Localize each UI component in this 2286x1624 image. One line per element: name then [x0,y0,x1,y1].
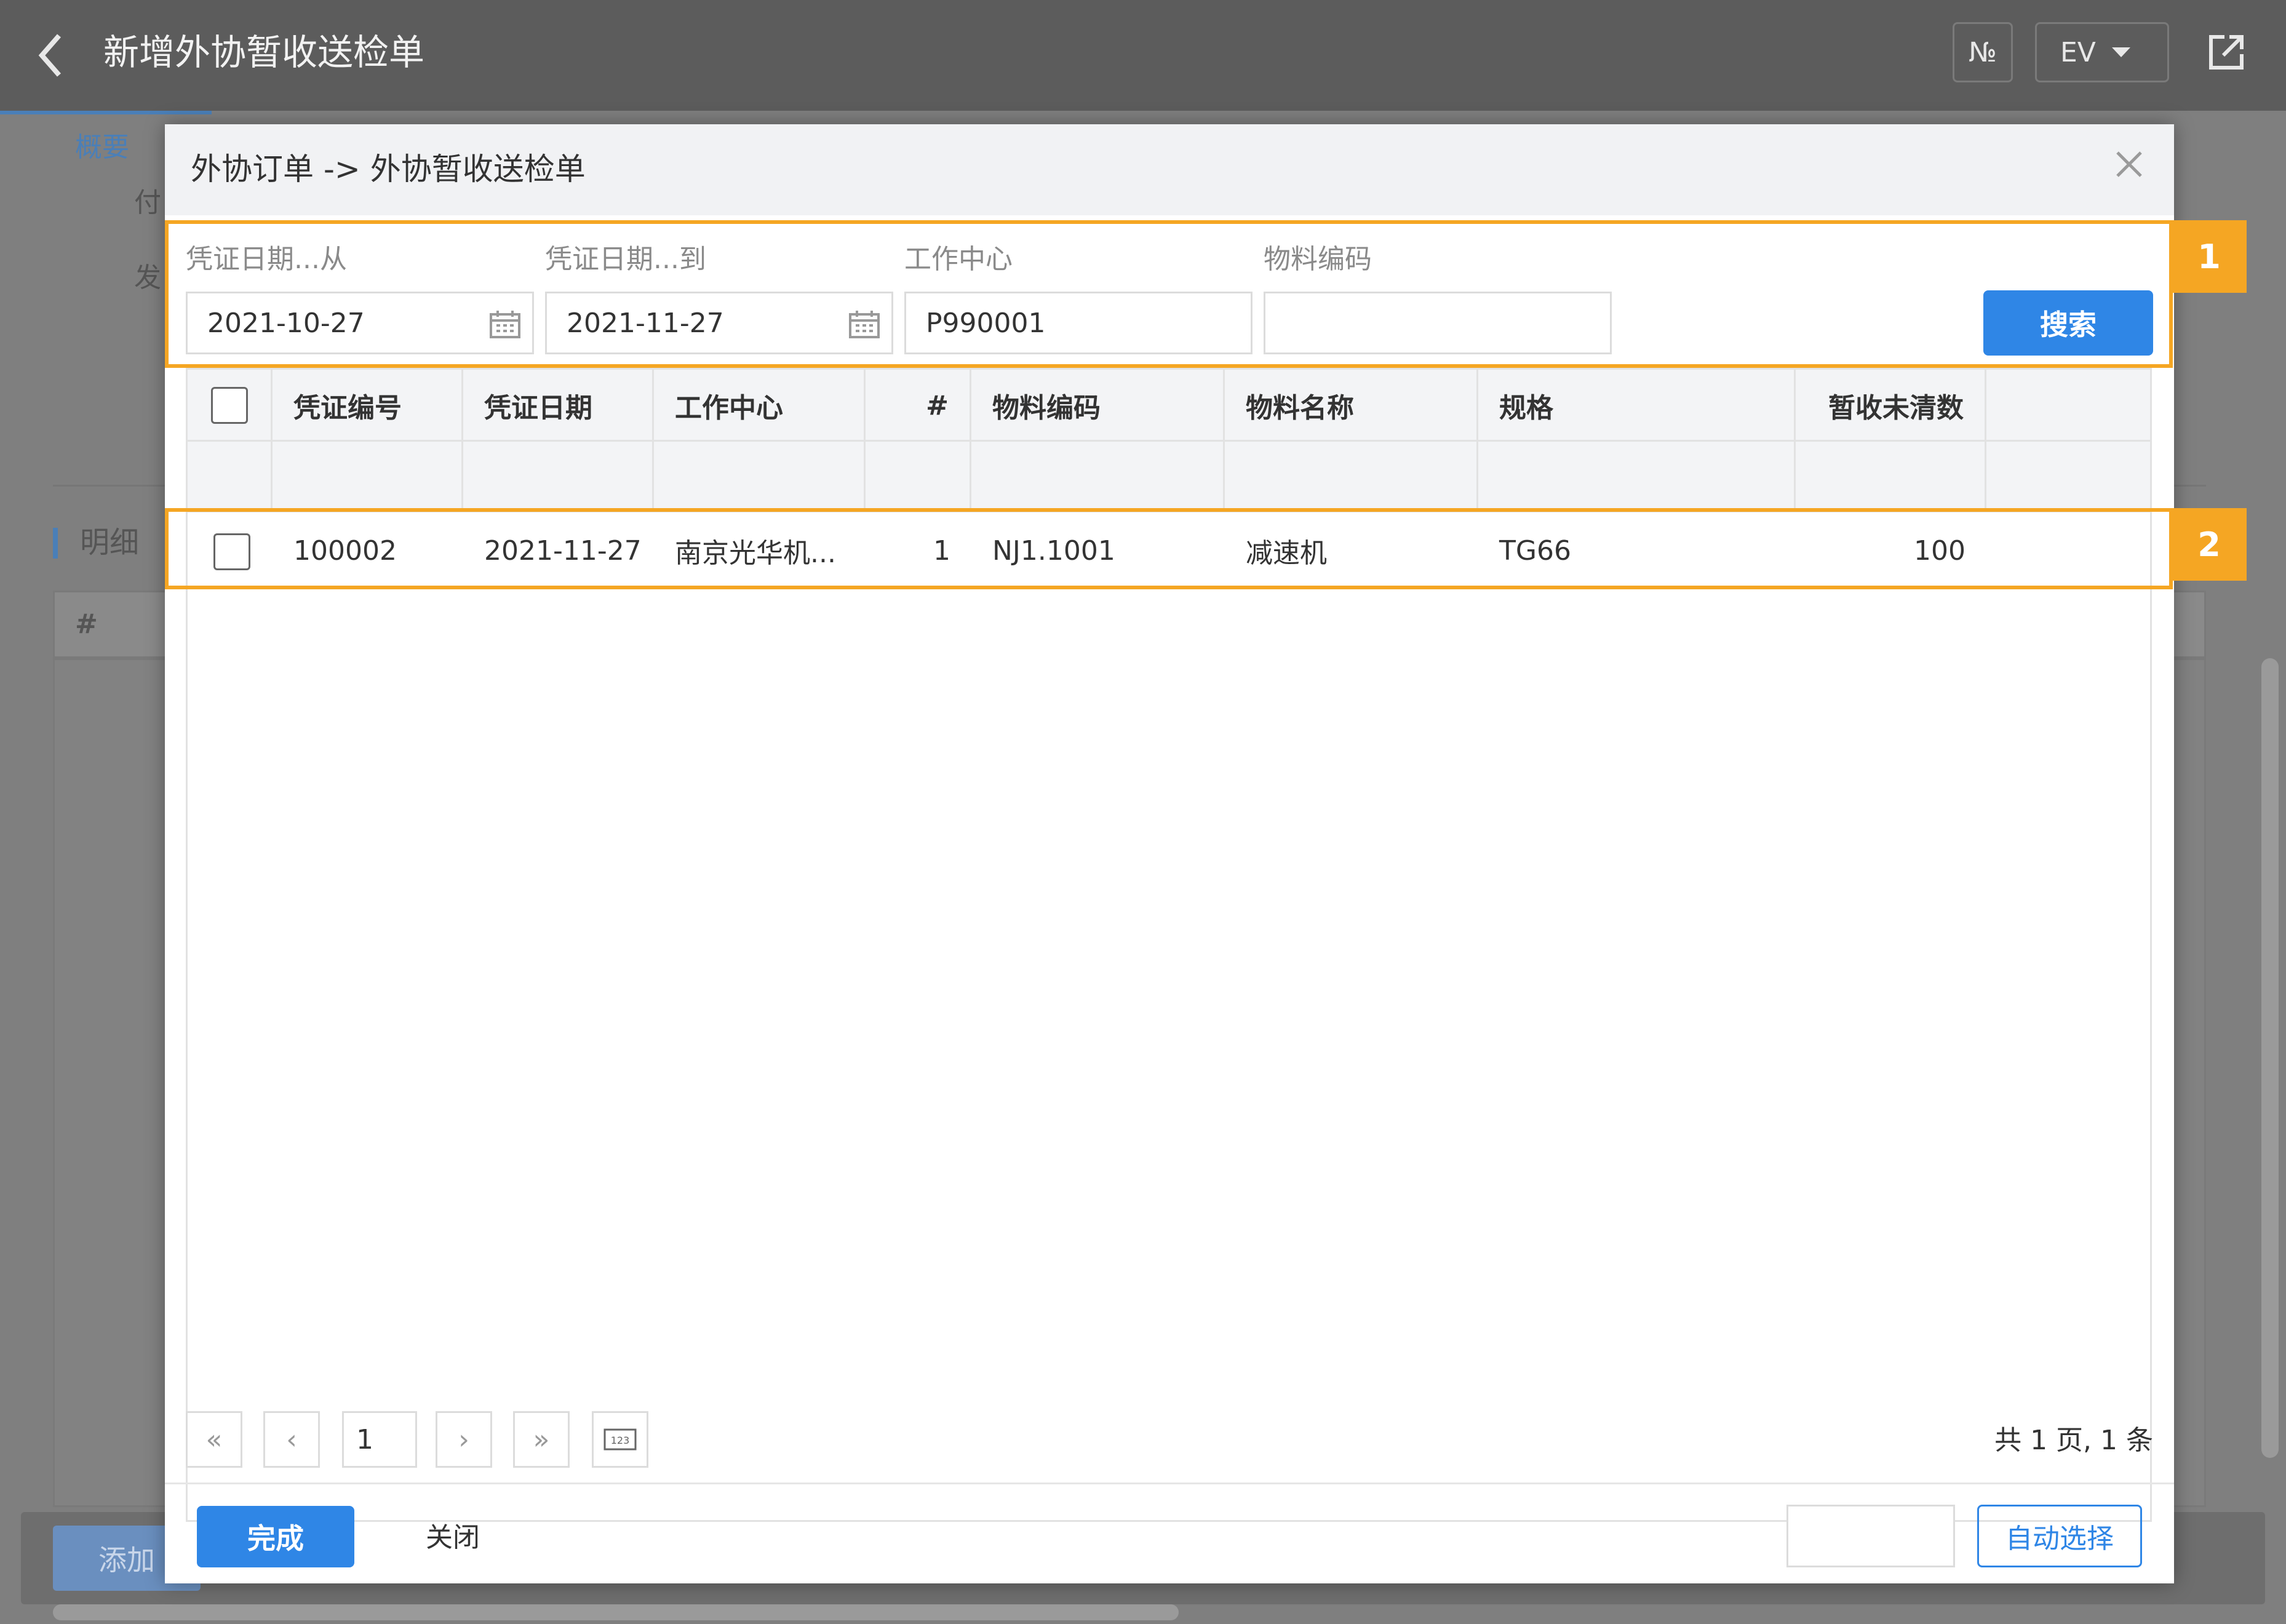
select-all-cell [188,370,273,441]
share-icon[interactable] [2206,32,2247,73]
highlight-box-filters [165,220,2173,368]
number-button[interactable]: № [1953,22,2013,82]
horizontal-scrollbar[interactable] [53,1604,1179,1620]
bg-grid-hash: # [75,608,98,640]
dialog-title: 外协订单 -> 外协暂收送检单 [191,151,586,187]
page-number-input[interactable]: 1 [342,1411,417,1468]
col-header-open-qty[interactable]: 暂收未清数 [1796,370,1986,441]
next-page-button[interactable]: › [436,1411,492,1468]
annotation-badge-1: 1 [2172,220,2247,293]
page-size-button[interactable]: 123 [592,1411,648,1468]
auto-select-input[interactable] [1786,1505,1955,1567]
footer-divider [165,1483,2174,1484]
ev-label: EV [2060,36,2096,68]
close-icon[interactable] [2114,149,2145,180]
col-header-work-center[interactable]: 工作中心 [654,370,866,441]
col-header-voucher-no[interactable]: 凭证编号 [273,370,463,441]
section-title-detail: 明细 [80,525,140,560]
back-chevron-icon[interactable] [36,31,66,80]
page-scrollbar[interactable] [2261,658,2279,1458]
dialog: 外协订单 -> 外协暂收送检单 凭证日期...从 2021-10-27 凭证日期… [165,124,2174,1583]
bg-field-label-1: 付 [134,187,161,218]
filter-cell[interactable] [654,441,866,512]
auto-select-button[interactable]: 自动选择 [1977,1505,2142,1567]
col-header-voucher-date[interactable]: 凭证日期 [463,370,654,441]
first-page-button[interactable]: « [186,1411,242,1468]
select-all-checkbox[interactable] [210,387,248,424]
col-header-material-name[interactable]: 物料名称 [1225,370,1478,441]
filter-cell[interactable] [273,441,463,512]
filter-cell[interactable] [1796,441,1986,512]
highlight-box-row [165,508,2173,589]
pager-summary: 共 1 页, 1 条 [1994,1425,2153,1456]
close-button[interactable]: 关闭 [426,1519,480,1556]
filter-cell[interactable] [463,441,654,512]
last-page-button[interactable]: » [513,1411,570,1468]
caret-down-icon [2111,47,2130,57]
filter-cell[interactable] [866,441,971,512]
page-title: 新增外协暂收送检单 [103,31,425,73]
done-button[interactable]: 完成 [197,1506,354,1567]
ev-dropdown[interactable]: EV [2035,22,2169,82]
col-header-material-code[interactable]: 物料编码 [971,370,1225,441]
tab-summary[interactable]: 概要 [75,129,129,166]
active-tab-underline [0,111,212,114]
bg-field-label-2: 发 [134,262,161,293]
col-header-spacer [1986,370,2150,441]
filter-cell[interactable] [1478,441,1796,512]
filter-cell[interactable] [188,441,273,512]
col-header-line[interactable]: # [866,370,971,441]
prev-page-button[interactable]: ‹ [263,1411,320,1468]
filter-cell[interactable] [971,441,1225,512]
section-marker [53,528,58,559]
filter-cell[interactable] [1225,441,1478,512]
col-header-spec[interactable]: 规格 [1478,370,1796,441]
annotation-badge-2: 2 [2172,508,2247,581]
svg-text:123: 123 [611,1435,630,1446]
number-format-icon: 123 [603,1428,637,1451]
